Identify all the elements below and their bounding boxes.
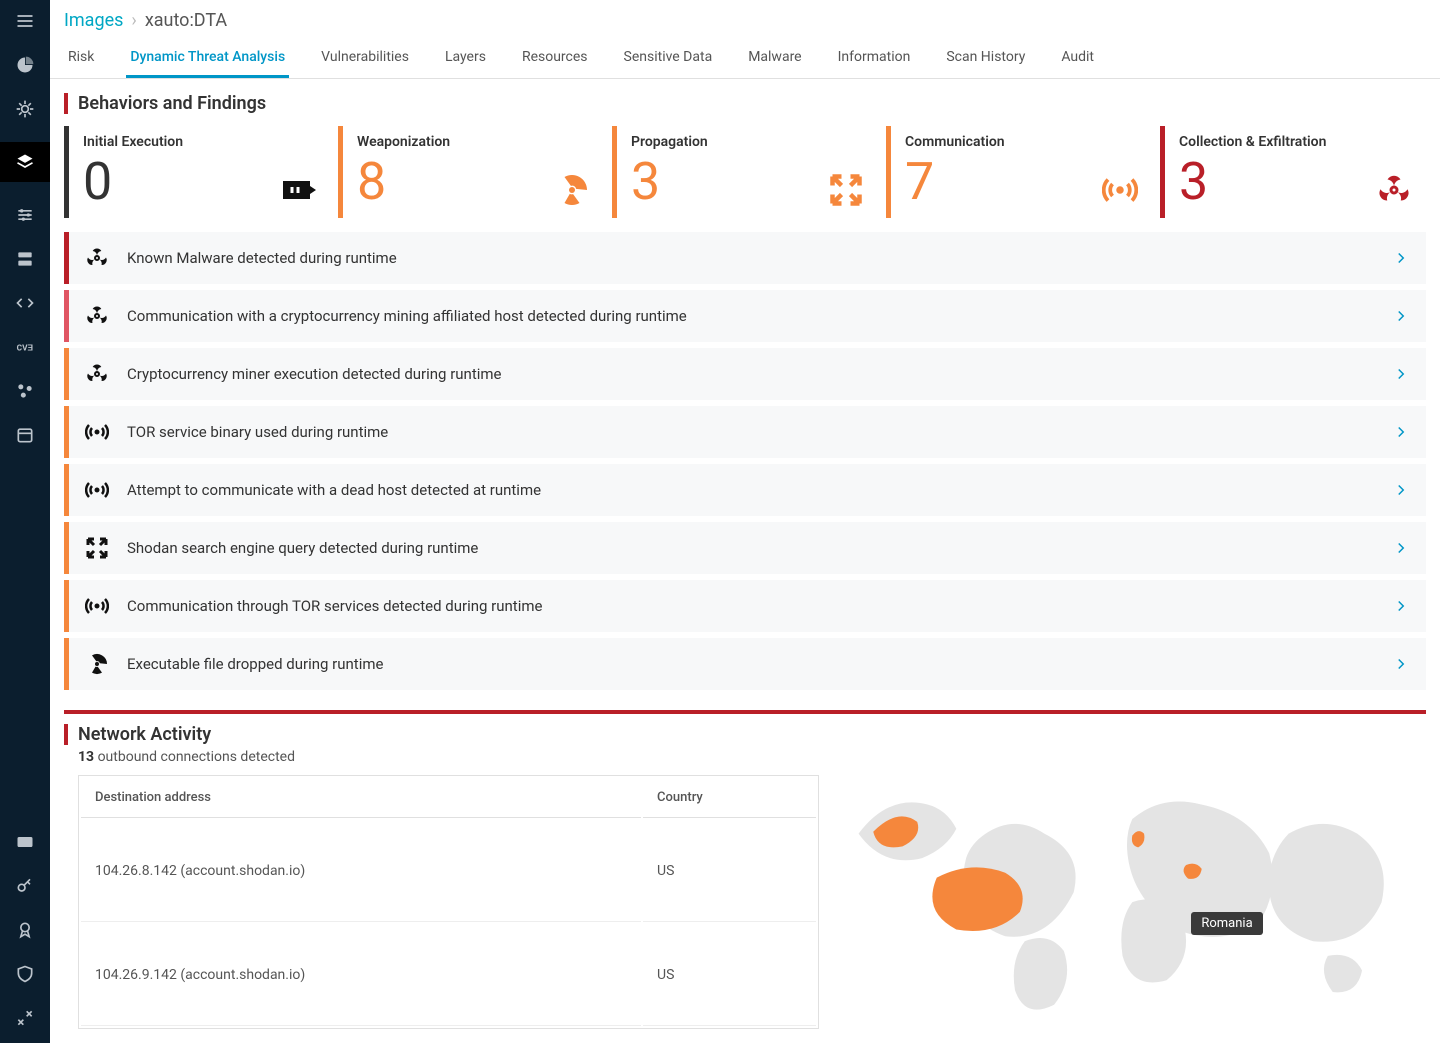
tab-scan-history[interactable]: Scan History: [942, 39, 1029, 78]
finding-row[interactable]: TOR service binary used during runtime: [64, 406, 1426, 458]
col-country: Country: [643, 778, 816, 818]
finding-text: Cryptocurrency miner execution detected …: [127, 365, 1392, 383]
metric-collection-exfiltration[interactable]: Collection & Exfiltration3: [1160, 126, 1426, 218]
tab-dynamic-threat-analysis[interactable]: Dynamic Threat Analysis: [126, 39, 289, 78]
metric-initial-execution[interactable]: Initial Execution0: [64, 126, 330, 218]
finding-row[interactable]: Communication through TOR services detec…: [64, 580, 1426, 632]
network-title: Network Activity: [64, 724, 1426, 745]
chevron-right-icon: ›: [131, 10, 136, 31]
metric-communication[interactable]: Communication7: [886, 126, 1152, 218]
finding-row[interactable]: Known Malware detected during runtime: [64, 232, 1426, 284]
finding-row[interactable]: Shodan search engine query detected duri…: [64, 522, 1426, 574]
chevron-right-icon: [1392, 307, 1410, 325]
tab-information[interactable]: Information: [834, 39, 915, 78]
network-subtitle: 13 outbound connections detected: [64, 749, 1426, 765]
expand-icon: [828, 172, 864, 208]
finding-text: Executable file dropped during runtime: [127, 655, 1392, 673]
cell-country: US: [643, 820, 816, 922]
card-icon[interactable]: [14, 831, 36, 853]
breadcrumb: Images › xauto:DTA: [50, 0, 1440, 39]
section-title: Behaviors and Findings: [64, 93, 1426, 114]
biohazard-icon: [1376, 172, 1412, 208]
sliders-icon[interactable]: [14, 204, 36, 226]
radiation-icon: [554, 172, 590, 208]
tab-resources[interactable]: Resources: [518, 39, 592, 78]
finding-text: Known Malware detected during runtime: [127, 249, 1392, 267]
sidebar-nav: [0, 0, 50, 1043]
table-row[interactable]: 104.26.9.142 (account.shodan.io)US: [81, 924, 816, 1026]
cell-destination: 104.26.9.142 (account.shodan.io): [81, 924, 641, 1026]
biohazard-icon: [85, 246, 109, 270]
tab-malware[interactable]: Malware: [744, 39, 805, 78]
chevron-right-icon: [1392, 655, 1410, 673]
biohazard-icon: [85, 362, 109, 386]
broadcast-icon: [85, 594, 109, 618]
badge-icon[interactable]: [14, 919, 36, 941]
chevron-right-icon: [1392, 249, 1410, 267]
finding-text: Communication with a cryptocurrency mini…: [127, 307, 1392, 325]
tab-vulnerabilities[interactable]: Vulnerabilities: [317, 39, 413, 78]
chevron-right-icon: [1392, 481, 1410, 499]
server-icon[interactable]: [14, 248, 36, 270]
finding-text: Attempt to communicate with a dead host …: [127, 481, 1392, 499]
network-table: Destination address Country 104.26.8.142…: [78, 775, 819, 1029]
chevron-right-icon: [1392, 423, 1410, 441]
world-map[interactable]: Romania: [839, 775, 1426, 1029]
metric-label: Weaponization: [357, 134, 590, 150]
finding-row[interactable]: Attempt to communicate with a dead host …: [64, 464, 1426, 516]
breadcrumb-root[interactable]: Images: [64, 10, 123, 31]
menu-icon[interactable]: [14, 10, 36, 32]
chevron-right-icon: [1392, 539, 1410, 557]
tabs-bar: Risk Dynamic Threat Analysis Vulnerabiliti…: [50, 39, 1440, 79]
execute-icon: [280, 172, 316, 208]
finding-row[interactable]: Communication with a cryptocurrency mini…: [64, 290, 1426, 342]
expand-icon: [85, 536, 109, 560]
tab-layers[interactable]: Layers: [441, 39, 490, 78]
nodes-icon[interactable]: [14, 380, 36, 402]
tools-icon[interactable]: [14, 1007, 36, 1029]
broadcast-icon: [1102, 172, 1138, 208]
finding-row[interactable]: Cryptocurrency miner execution detected …: [64, 348, 1426, 400]
shield-icon[interactable]: [14, 963, 36, 985]
breadcrumb-current: xauto:DTA: [145, 10, 227, 31]
finding-text: Shodan search engine query detected duri…: [127, 539, 1392, 557]
metric-propagation[interactable]: Propagation3: [612, 126, 878, 218]
dashboard-icon[interactable]: [14, 54, 36, 76]
findings-list: Known Malware detected during runtime Com…: [64, 232, 1426, 690]
biohazard-icon: [85, 304, 109, 328]
broadcast-icon: [85, 420, 109, 444]
finding-text: Communication through TOR services detec…: [127, 597, 1392, 615]
radiation-icon: [85, 652, 109, 676]
tab-risk[interactable]: Risk: [64, 39, 98, 78]
table-row[interactable]: 104.26.8.142 (account.shodan.io)US: [81, 820, 816, 922]
metric-label: Collection & Exfiltration: [1179, 134, 1412, 150]
cell-country: US: [643, 924, 816, 1026]
key-icon[interactable]: [14, 875, 36, 897]
calendar-icon[interactable]: [14, 424, 36, 446]
cell-destination: 104.26.8.142 (account.shodan.io): [81, 820, 641, 922]
metrics-row: Initial Execution0Weaponization8Propagat…: [64, 126, 1426, 218]
images-icon[interactable]: [0, 142, 50, 182]
metric-label: Propagation: [631, 134, 864, 150]
map-tooltip: Romania: [1191, 912, 1262, 935]
tab-audit[interactable]: Audit: [1057, 39, 1098, 78]
finding-text: TOR service binary used during runtime: [127, 423, 1392, 441]
tab-sensitive-data[interactable]: Sensitive Data: [620, 39, 717, 78]
finding-row[interactable]: Executable file dropped during runtime: [64, 638, 1426, 690]
wheel-icon[interactable]: [14, 98, 36, 120]
chevron-right-icon: [1392, 365, 1410, 383]
metric-label: Initial Execution: [83, 134, 316, 150]
chevron-right-icon: [1392, 597, 1410, 615]
metric-label: Communication: [905, 134, 1138, 150]
cve-icon[interactable]: [14, 336, 36, 358]
col-destination: Destination address: [81, 778, 641, 818]
metric-weaponization[interactable]: Weaponization8: [338, 126, 604, 218]
broadcast-icon: [85, 478, 109, 502]
code-icon[interactable]: [14, 292, 36, 314]
